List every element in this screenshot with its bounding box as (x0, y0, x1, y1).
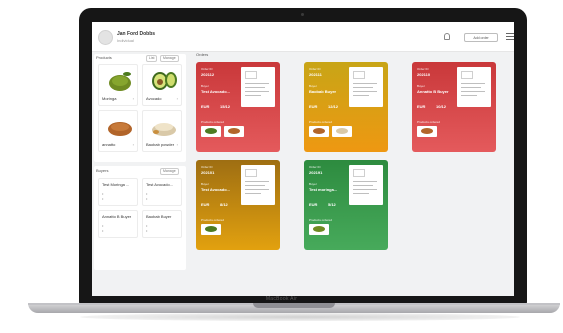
moringa-powder-icon (109, 72, 131, 91)
order-currency: EUR (201, 202, 210, 207)
order-due: 8/12 (220, 202, 228, 207)
order-id: 202111 (309, 72, 322, 77)
ordered-product-thumb (332, 126, 352, 137)
products-panel: Products List Manage Moringa › Avocado ›… (94, 54, 186, 162)
order-id: 202110 (417, 72, 431, 77)
order-id: 202101 (201, 170, 215, 175)
buyer-card[interactable]: Baobab Buyer • • (142, 210, 182, 238)
avocado-icon (152, 72, 177, 90)
invoice-document-icon (241, 165, 275, 205)
ordered-product-thumb (309, 126, 329, 137)
laptop-shadow (80, 313, 520, 321)
chevron-right-icon: › (176, 96, 178, 101)
product-card-avocado[interactable]: Avocado › (142, 64, 182, 106)
ordered-product-thumb (201, 126, 221, 137)
order-currency: EUR (309, 202, 318, 207)
order-currency: EUR (417, 104, 426, 109)
product-label: Avocado (146, 96, 162, 101)
app-screen: Jan Ford Dobbs Individual Add order Prod… (92, 22, 514, 296)
device-brand: MacBook Air (265, 296, 298, 302)
buyer-label: Test Moringa ... (102, 182, 130, 187)
ordered-product-thumb (309, 224, 329, 235)
user-name: Jan Ford Dobbs (117, 31, 156, 37)
user-role: Individual (117, 38, 134, 43)
ordered-product-thumb (224, 126, 244, 137)
ordered-product-thumb (417, 126, 437, 137)
products-toggle-list[interactable]: List (146, 55, 158, 62)
order-buyer: Test moringa... (309, 187, 338, 192)
laptop-mockup: MacBook Air Jan Ford Dobbs Individual Ad… (0, 0, 563, 333)
order-due: 5/12 (328, 202, 336, 207)
annatto-powder-icon (108, 122, 132, 136)
products-toggle-manage[interactable]: Manage (160, 55, 179, 62)
order-card[interactable]: Order ID 202191 Buyer Test moringa... EU… (304, 160, 388, 250)
add-order-button[interactable]: Add order (464, 33, 498, 42)
product-label: Moringa (102, 96, 117, 101)
hamburger-menu-icon[interactable] (506, 33, 514, 41)
order-id: 202191 (309, 170, 323, 175)
product-label: annatto (102, 142, 116, 147)
buyer-label: Baobab Buyer (146, 214, 172, 219)
order-card[interactable]: Order ID 202112 Buyer Test Avocado... EU… (196, 62, 280, 152)
products-title: Products (96, 55, 112, 60)
order-buyer: Test Avocado... (201, 187, 230, 192)
camera-icon (301, 13, 304, 16)
order-due: 12/12 (328, 104, 339, 109)
order-buyer: Baobab Buyer (309, 89, 337, 94)
app-header: Jan Ford Dobbs Individual Add order (92, 22, 514, 52)
product-label: Baobab powder (146, 142, 175, 147)
order-buyer: Test Avocado... (201, 89, 230, 94)
ordered-product-thumb (201, 224, 221, 235)
buyers-panel: Buyers Manage Test Moringa ... • • Test A… (94, 166, 186, 270)
invoice-document-icon (457, 67, 491, 107)
order-due: 15/12 (220, 104, 231, 109)
buyer-label: Test Avocado... (146, 182, 174, 187)
avatar[interactable] (98, 30, 113, 45)
buyer-label: Annatto B Buyer (102, 214, 132, 219)
buyer-card[interactable]: Test Moringa ... • • (98, 178, 138, 206)
order-currency: EUR (201, 104, 210, 109)
product-card-moringa[interactable]: Moringa › (98, 64, 138, 106)
order-buyer: Annatto B Buyer (417, 89, 449, 94)
order-due: 10/12 (436, 104, 447, 109)
buyer-card[interactable]: Annatto B Buyer • • (98, 210, 138, 238)
orders-title: Orders (196, 52, 209, 57)
baobab-powder-icon (152, 123, 176, 136)
buyers-toggle-manage[interactable]: Manage (160, 168, 179, 175)
order-card[interactable]: Order ID 202101 Buyer Test Avocado... EU… (196, 160, 280, 250)
order-currency: EUR (309, 104, 318, 109)
buyers-title: Buyers (96, 168, 109, 173)
order-card[interactable]: Order ID 202110 Buyer Annatto B Buyer EU… (412, 62, 496, 152)
product-card-annatto[interactable]: annatto › (98, 110, 138, 152)
order-card[interactable]: Order ID 202111 Buyer Baobab Buyer EUR 1… (304, 62, 388, 152)
bell-icon[interactable] (444, 33, 450, 40)
chevron-right-icon: › (132, 142, 134, 147)
product-card-baobab[interactable]: Baobab powder › (142, 110, 182, 152)
invoice-document-icon (349, 67, 383, 107)
chevron-right-icon: › (132, 96, 134, 101)
order-id: 202112 (201, 72, 215, 77)
chevron-right-icon: › (176, 142, 178, 147)
laptop-notch (253, 303, 335, 308)
invoice-document-icon (349, 165, 383, 205)
buyer-card[interactable]: Test Avocado... • • (142, 178, 182, 206)
invoice-document-icon (241, 67, 275, 107)
